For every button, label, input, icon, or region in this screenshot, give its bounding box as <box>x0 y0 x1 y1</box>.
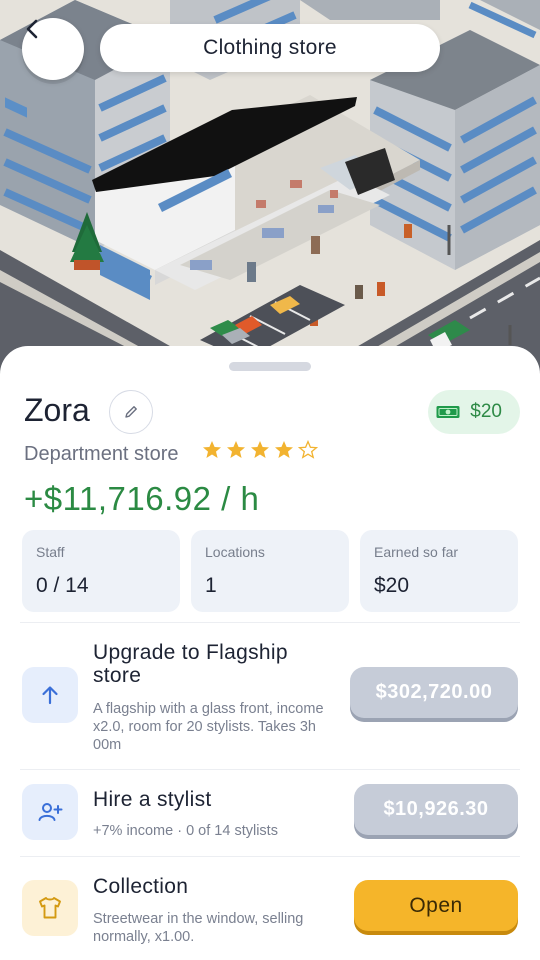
upgrade-icon-tile <box>22 667 78 723</box>
cash-icon <box>436 406 460 418</box>
star-filled-icon <box>275 441 293 458</box>
back-button[interactable] <box>22 18 84 80</box>
page-title: Clothing store <box>100 24 440 72</box>
store-name: Zora <box>24 392 90 428</box>
upgrade-title: Upgrade to Flagship store <box>93 641 288 687</box>
hire-buy-button[interactable]: $10,926.30 <box>354 784 518 835</box>
add-user-icon <box>38 803 63 821</box>
divider <box>20 769 520 770</box>
stat-value: 1 <box>205 574 217 597</box>
divider <box>20 856 520 857</box>
sheet-drag-handle[interactable] <box>229 362 311 371</box>
upgrade-description: A flagship with a glass front, income x2… <box>93 701 324 753</box>
star-filled-icon <box>251 441 269 458</box>
tshirt-icon <box>39 897 61 919</box>
income-rate: +$11,716.92 / h <box>24 480 260 517</box>
store-type: Department store <box>24 443 179 465</box>
collection-icon-tile <box>22 880 78 936</box>
stat-label: Staff <box>36 544 65 560</box>
stat-card-staff: Staff 0 / 14 <box>22 530 180 612</box>
rename-button[interactable] <box>109 390 153 434</box>
stat-label: Earned so far <box>374 544 459 560</box>
collection-description: Streetwear in the window, selling normal… <box>93 911 304 944</box>
stat-value: $20 <box>374 574 410 597</box>
hire-description: +7% income · 0 of 14 stylists <box>93 823 278 839</box>
star-filled-icon <box>203 441 221 458</box>
store-details-sheet: Zora $20 Department store +$11,716.92 / … <box>0 346 540 960</box>
star-empty-icon <box>298 440 318 459</box>
collection-open-button[interactable]: Open <box>354 880 518 931</box>
stat-label: Locations <box>205 544 265 560</box>
pencil-icon <box>125 406 137 418</box>
cash-balance: $20 <box>428 390 520 434</box>
stat-card-locations: Locations 1 <box>191 530 349 612</box>
stat-value: 0 / 14 <box>36 574 89 597</box>
hire-title: Hire a stylist <box>93 788 212 811</box>
collection-title: Collection <box>93 875 189 898</box>
star-rating <box>202 440 318 460</box>
stat-card-earned: Earned so far $20 <box>360 530 518 612</box>
hire-icon-tile <box>22 784 78 840</box>
upgrade-buy-button[interactable]: $302,720.00 <box>350 667 518 718</box>
arrow-up-icon <box>42 686 58 705</box>
store-map-view[interactable]: Clothing store <box>0 0 540 380</box>
star-filled-icon <box>227 441 245 458</box>
chevron-left-icon <box>26 19 38 39</box>
cash-amount: $20 <box>470 401 502 422</box>
divider <box>20 622 520 623</box>
